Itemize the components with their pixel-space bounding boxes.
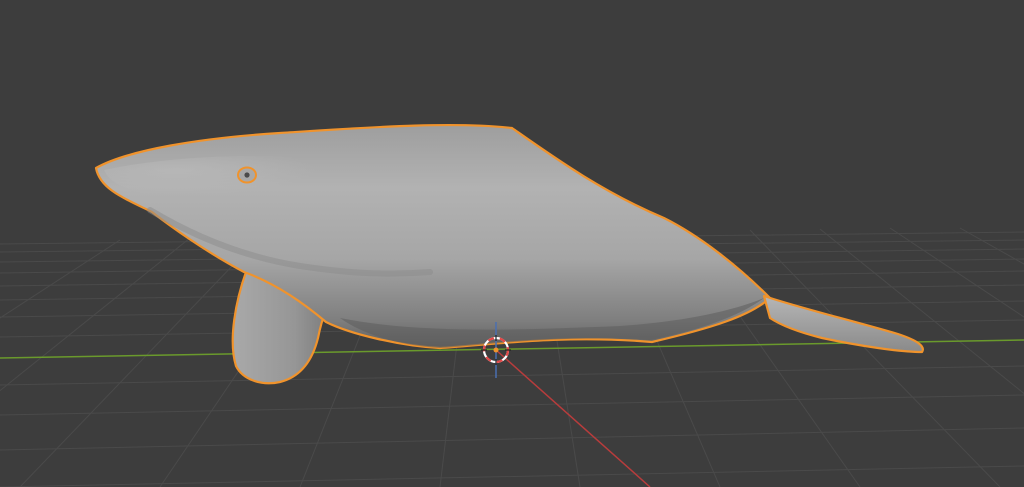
viewport-canvas[interactable] [0,0,1024,487]
3d-viewport[interactable] [0,0,1024,487]
whale-eye-pupil [244,172,250,178]
object-origin-icon [493,347,499,353]
